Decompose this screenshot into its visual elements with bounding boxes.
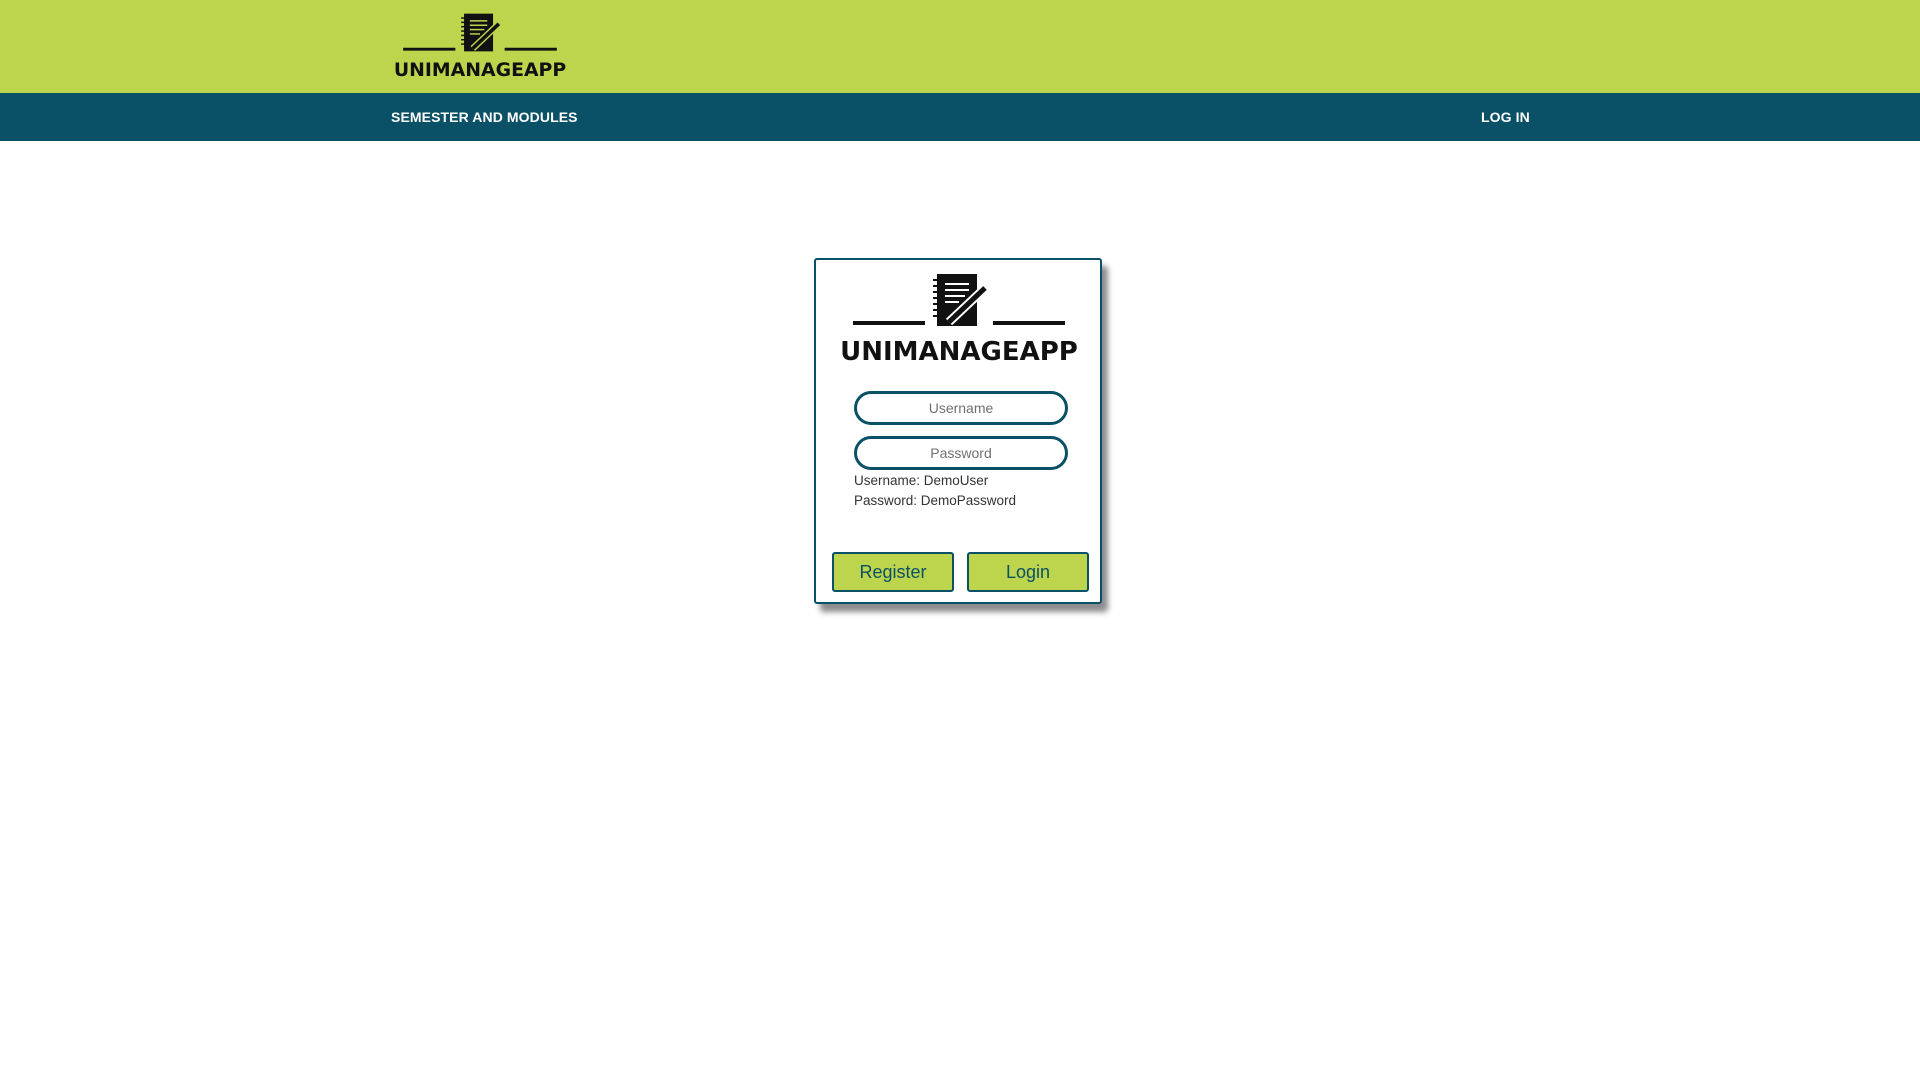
- password-input[interactable]: [854, 436, 1068, 470]
- username-input[interactable]: [854, 391, 1068, 425]
- password-hint: Password: DemoPassword: [854, 493, 1017, 508]
- nav-bar: SEMESTER AND MODULES LOG IN: [0, 93, 1920, 141]
- brand-name: UNIMANAGEAPP: [394, 60, 567, 81]
- login-button[interactable]: Login: [967, 552, 1089, 592]
- card-logo: UNIMANAGEAPP: [840, 274, 1078, 367]
- nav-login-link[interactable]: LOG IN: [1481, 93, 1530, 141]
- register-button[interactable]: Register: [832, 552, 954, 592]
- username-hint: Username: DemoUser: [854, 473, 989, 488]
- login-card: UNIMANAGEAPP Username: DemoUser Password…: [814, 258, 1102, 604]
- header-logo[interactable]: UNIMANAGEAPP: [393, 12, 567, 82]
- notebook-pen-icon: [853, 274, 1065, 326]
- notebook-pen-icon: [403, 13, 557, 52]
- card-brand-name: UNIMANAGEAPP: [840, 337, 1078, 367]
- nav-semester-modules-link[interactable]: SEMESTER AND MODULES: [391, 93, 578, 141]
- header-bar: UNIMANAGEAPP: [0, 0, 1920, 93]
